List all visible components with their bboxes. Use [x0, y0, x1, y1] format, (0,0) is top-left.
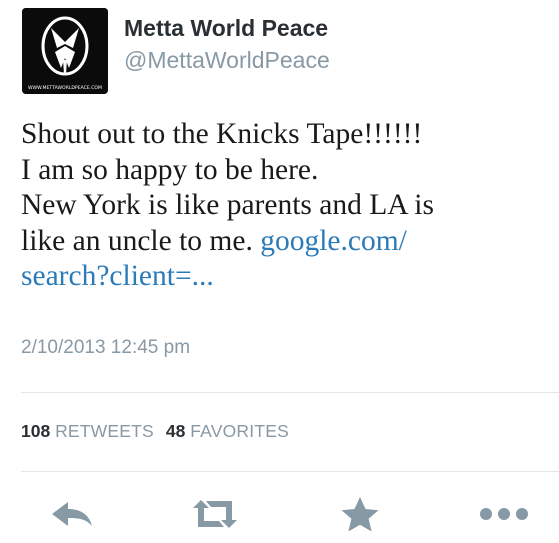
tweet-line-2: I am so happy to be here.: [21, 153, 319, 186]
retweet-icon: [193, 500, 237, 528]
retweet-button[interactable]: [187, 494, 243, 534]
retweets-label: RETWEETS: [55, 421, 154, 441]
tweet-line-4: like an uncle to me. google.com/: [21, 224, 541, 260]
retweets-count: 108: [21, 421, 51, 441]
retweets-stat[interactable]: 108 RETWEETS: [21, 421, 154, 441]
divider-top: [21, 392, 559, 393]
tweet-link-part-2[interactable]: search?client=...: [21, 259, 541, 295]
more-button[interactable]: [474, 494, 534, 534]
display-name[interactable]: Metta World Peace: [124, 15, 328, 42]
user-handle[interactable]: @MettaWorldPeace: [124, 47, 330, 74]
more-icon: [480, 508, 528, 520]
tweet-text: Shout out to the Knicks Tape!!!!!! I am …: [21, 117, 541, 295]
tweet-link-part-1[interactable]: google.com/: [260, 225, 407, 257]
tweet-stats: 108 RETWEETS 48 FAVORITES: [21, 421, 289, 442]
favorite-button[interactable]: [338, 494, 382, 534]
divider-bottom: [21, 471, 559, 472]
favorites-label: FAVORITES: [190, 421, 289, 441]
tweet-line-3: New York is like parents and LA is: [21, 189, 434, 221]
svg-text:WWW.METTAWORLDPEACE.COM: WWW.METTAWORLDPEACE.COM: [28, 85, 102, 91]
avatar[interactable]: WWW.METTAWORLDPEACE.COM: [22, 8, 108, 94]
favorite-icon: [341, 497, 379, 532]
tweet-line-4-text: like an uncle to me.: [21, 224, 261, 257]
tweet-line-1: Shout out to the Knicks Tape!!!!!!: [21, 118, 423, 150]
avatar-logo-image: WWW.METTAWORLDPEACE.COM: [22, 8, 108, 94]
reply-icon: [52, 502, 92, 526]
favorites-count: 48: [165, 421, 186, 441]
tweet-timestamp[interactable]: 2/10/2013 12:45 pm: [21, 337, 190, 359]
reply-button[interactable]: [48, 494, 96, 534]
favorites-stat[interactable]: 48 FAVORITES: [166, 421, 289, 441]
tweet-actions-bar: [0, 494, 559, 534]
